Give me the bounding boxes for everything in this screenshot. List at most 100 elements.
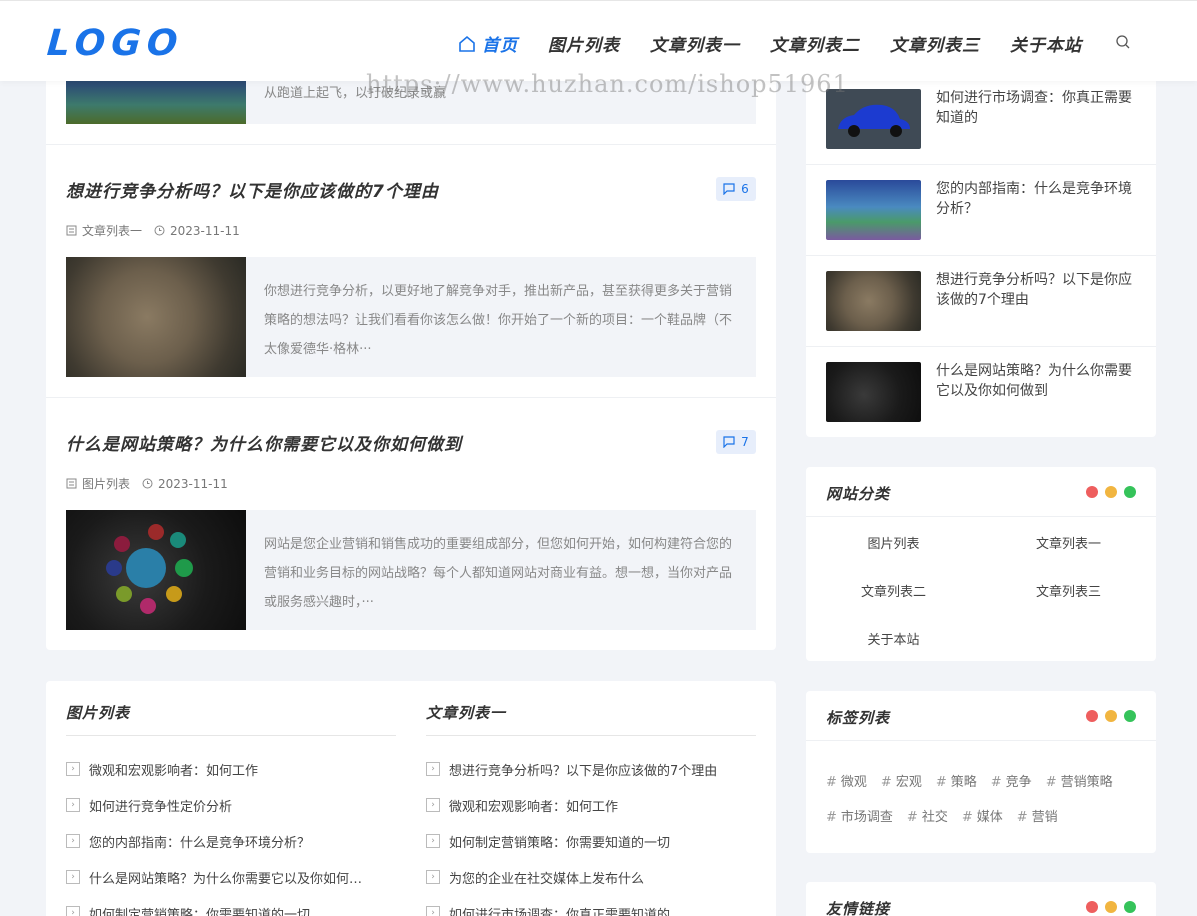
recent-post-item[interactable]: 您的内部指南：什么是竞争环境分析？ xyxy=(806,165,1156,256)
car-illustration xyxy=(838,104,910,137)
article-category[interactable]: 图片列表 xyxy=(82,475,130,492)
clock-icon xyxy=(154,225,165,236)
clock-icon xyxy=(142,478,153,489)
dot-red xyxy=(1086,486,1098,498)
comment-count-badge[interactable]: 7 xyxy=(716,430,756,454)
hash-icon: # xyxy=(935,775,947,790)
tag-link[interactable]: # 市场调查 xyxy=(826,806,893,825)
category-icon xyxy=(66,478,77,489)
recent-post-item[interactable]: 想进行竞争分析吗？以下是你应该做的7个理由 xyxy=(806,256,1156,347)
article-category[interactable]: 文章列表一 xyxy=(82,222,142,239)
tag-link[interactable]: # 竞争 xyxy=(991,771,1032,790)
widget-title: 网站分类 xyxy=(826,485,891,503)
list-item[interactable]: › 为您的企业在社交媒体上发布什么 xyxy=(426,859,717,895)
list-item[interactable]: › 如何进行竞争性定价分析 xyxy=(66,787,362,823)
comment-count: 7 xyxy=(741,435,749,449)
home-icon xyxy=(459,35,475,52)
recent-post-title: 如何进行市场调查：你真正需要知道的 xyxy=(936,90,1132,126)
article-excerpt: 你想进行竞争分析，以更好地了解竞争对手，推出新产品，甚至获得更多关于营销策略的想… xyxy=(264,284,733,357)
list-item[interactable]: › 什么是网站策略？为什么你需要它以及你如何… xyxy=(66,859,362,895)
recent-post-item[interactable]: 如何进行市场调查：你真正需要知道的 xyxy=(806,74,1156,165)
tag-link[interactable]: # 营销策略 xyxy=(1046,771,1113,790)
nav-item-article-list-1[interactable]: 文章列表一 xyxy=(650,31,740,56)
tag-label: 微观 xyxy=(840,775,867,790)
nav-item-article-list-3[interactable]: 文章列表三 xyxy=(890,31,980,56)
dot-yellow xyxy=(1105,901,1117,913)
nav-item-home[interactable]: 首页 xyxy=(458,31,518,56)
site-categories-widget: 网站分类 图片列表 文章列表一 文章列表二 文章列表三 关于本站 xyxy=(806,467,1156,661)
list-item-label: 您的内部指南：什么是竞争环境分析？ xyxy=(89,835,311,851)
category-link[interactable]: 图片列表 xyxy=(806,533,981,552)
chevron-right-icon: › xyxy=(66,870,80,884)
recent-post-item[interactable]: 什么是网站策略？为什么你需要它以及你如何做到 xyxy=(806,347,1156,438)
tag-link[interactable]: # 社交 xyxy=(907,806,948,825)
list-item-label: 什么是网站策略？为什么你需要它以及你如何… xyxy=(89,871,363,887)
hash-icon: # xyxy=(1045,775,1057,790)
list-item-label: 为您的企业在社交媒体上发布什么 xyxy=(449,871,645,887)
chevron-right-icon: › xyxy=(426,906,440,916)
divider xyxy=(46,144,776,145)
decorative-dots xyxy=(1079,710,1136,722)
recent-post-thumbnail[interactable] xyxy=(826,180,921,240)
decorative-dots xyxy=(1079,901,1136,913)
dot-yellow xyxy=(1105,486,1117,498)
tag-link[interactable]: # 策略 xyxy=(936,771,977,790)
column-list: › 微观和宏观影响者：如何工作 › 如何进行竞争性定价分析 › 您的内部指南：什么是竞… xyxy=(66,751,362,916)
article-meta: 图片列表 2023-11-11 xyxy=(66,475,240,492)
comment-icon xyxy=(723,183,735,195)
list-item[interactable]: › 微观和宏观影响者：如何工作 xyxy=(426,787,717,823)
tag-link[interactable]: # 宏观 xyxy=(881,771,922,790)
list-item[interactable]: › 如何进行市场调查：你真正需要知道的 xyxy=(426,895,717,916)
list-item[interactable]: › 如何制定营销策略：你需要知道的一切 xyxy=(66,895,362,916)
chevron-right-icon: › xyxy=(426,834,440,848)
nav-label: 文章列表三 xyxy=(890,36,980,56)
article-title[interactable]: 什么是网站策略？为什么你需要它以及你如何做到 xyxy=(66,430,756,455)
list-item-label: 想进行竞争分析吗？以下是你应该做的7个理由 xyxy=(449,763,718,779)
tag-row: # 微观 # 宏观 # 策略 # 竞争 # 营销策略 xyxy=(826,771,1127,790)
nav-item-article-list-2[interactable]: 文章列表二 xyxy=(770,31,860,56)
list-item-label: 如何进行市场调查：你真正需要知道的 xyxy=(449,907,671,916)
dot-green xyxy=(1124,901,1136,913)
article-thumbnail[interactable] xyxy=(66,510,246,630)
list-item-label: 微观和宏观影响者：如何工作 xyxy=(89,763,259,779)
nav-item-image-list[interactable]: 图片列表 xyxy=(548,31,620,56)
divider xyxy=(46,397,776,398)
article-thumbnail[interactable] xyxy=(66,257,246,377)
article-item: 想进行竞争分析吗？以下是你应该做的7个理由 6 文章列表一 2023-11-11… xyxy=(66,177,756,387)
tag-link[interactable]: # 微观 xyxy=(826,771,867,790)
tag-link[interactable]: # 媒体 xyxy=(962,806,1003,825)
recent-post-thumbnail[interactable] xyxy=(826,362,921,422)
list-item[interactable]: › 微观和宏观影响者：如何工作 xyxy=(66,751,362,787)
list-item[interactable]: › 想进行竞争分析吗？以下是你应该做的7个理由 xyxy=(426,751,717,787)
site-header: LOGO 首页 图片列表 文章列表一 文章列表二 文章列表三 关于本站 xyxy=(0,0,1197,81)
category-link[interactable]: 文章列表三 xyxy=(981,581,1156,600)
list-item[interactable]: › 您的内部指南：什么是竞争环境分析？ xyxy=(66,823,362,859)
category-link[interactable]: 文章列表二 xyxy=(806,581,981,600)
recent-post-title: 您的内部指南：什么是竞争环境分析？ xyxy=(936,181,1132,217)
list-item[interactable]: › 如何制定营销策略：你需要知道的一切 xyxy=(426,823,717,859)
tag-label: 宏观 xyxy=(895,775,922,790)
hash-icon: # xyxy=(826,775,837,790)
comment-icon xyxy=(723,436,735,448)
search-icon[interactable] xyxy=(1115,34,1131,50)
article-body: 网站是您企业营销和销售成功的重要组成部分，但您如何开始，如何构建符合您的营销和业… xyxy=(66,510,756,630)
article-title[interactable]: 想进行竞争分析吗？以下是你应该做的7个理由 xyxy=(66,177,756,202)
article-item: 什么是网站策略？为什么你需要它以及你如何做到 7 图片列表 2023-11-11 xyxy=(66,430,756,640)
divider xyxy=(66,735,396,736)
category-link[interactable]: 关于本站 xyxy=(806,629,981,648)
recent-post-thumbnail[interactable] xyxy=(826,271,921,331)
site-logo[interactable]: LOGO xyxy=(46,23,185,64)
nav-item-about[interactable]: 关于本站 xyxy=(1010,31,1082,56)
comment-count-badge[interactable]: 6 xyxy=(716,177,756,201)
category-link[interactable]: 文章列表一 xyxy=(981,533,1156,552)
widget-title: 标签列表 xyxy=(826,709,891,727)
chevron-right-icon: › xyxy=(426,762,440,776)
chevron-right-icon: › xyxy=(426,870,440,884)
hash-icon: # xyxy=(906,810,918,825)
comment-count: 6 xyxy=(741,182,749,196)
tag-link[interactable]: # 营销 xyxy=(1017,806,1058,825)
chevron-right-icon: › xyxy=(66,762,80,776)
category-icon xyxy=(66,225,77,236)
column-title: 文章列表一 xyxy=(426,704,507,722)
recent-post-thumbnail[interactable] xyxy=(826,89,921,149)
